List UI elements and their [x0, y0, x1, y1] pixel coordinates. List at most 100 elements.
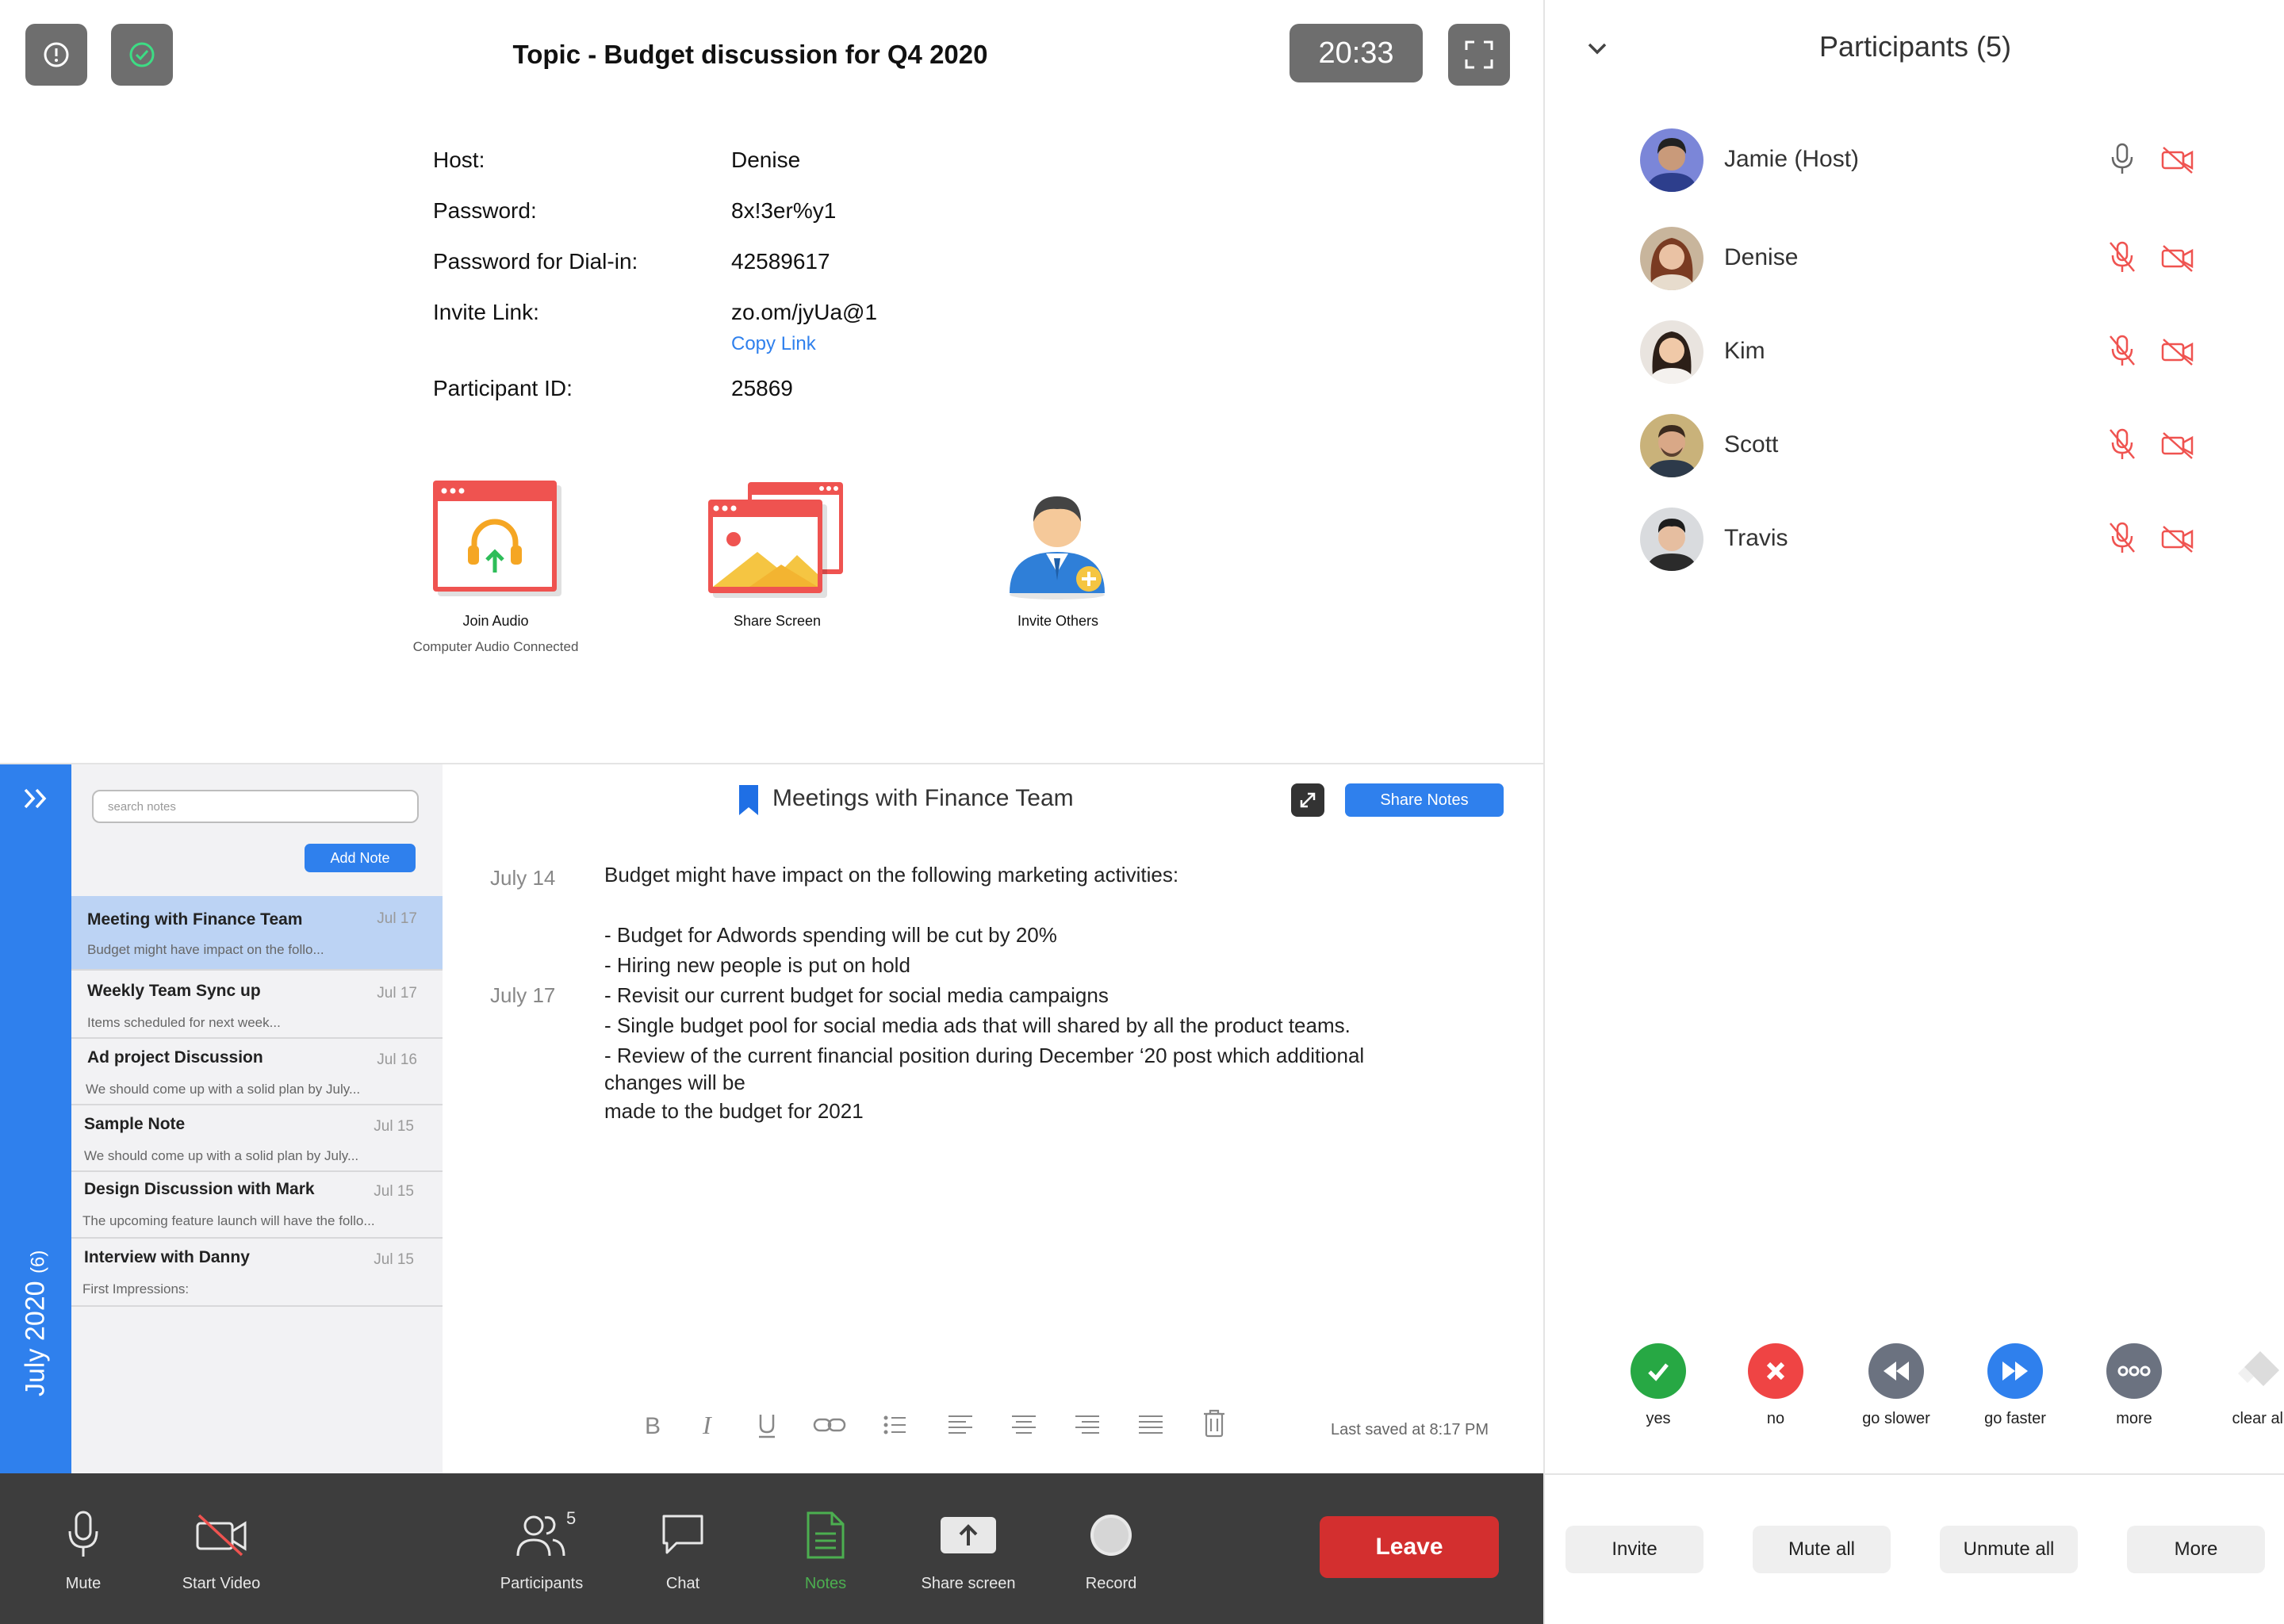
invite-others-action[interactable]: Invite Others	[979, 476, 1137, 630]
participant-row[interactable]: Scott	[1640, 414, 2211, 481]
start-video-button[interactable]: Start Video	[162, 1507, 281, 1593]
mute-button[interactable]: Mute	[24, 1507, 143, 1593]
chat-icon	[662, 1515, 703, 1554]
invite-button[interactable]: Invite	[1565, 1526, 1703, 1573]
align-left-icon[interactable]	[947, 1411, 974, 1438]
note-preview: Items scheduled for next week...	[87, 1015, 281, 1030]
note-line[interactable]: - Single budget pool for social media ad…	[604, 1013, 1351, 1038]
list-item[interactable]: Ad project Discussion Jul 16 We should c…	[71, 1039, 443, 1105]
host-value: Denise	[731, 147, 801, 172]
microphone-off-icon[interactable]	[2108, 239, 2136, 276]
list-item[interactable]: Meeting with Finance Team Jul 17 Budget …	[71, 896, 443, 971]
share-screen-button[interactable]: Share screen	[909, 1507, 1028, 1593]
microphone-off-icon[interactable]	[2108, 333, 2136, 370]
participant-row[interactable]: Jamie (Host)	[1640, 128, 2211, 195]
copy-link[interactable]: Copy Link	[731, 333, 816, 355]
justify-icon[interactable]	[1137, 1411, 1164, 1438]
list-item[interactable]: Sample Note Jul 15 We should come up wit…	[71, 1105, 443, 1172]
notes-label: Notes	[804, 1575, 847, 1592]
camera-off-icon[interactable]	[2160, 338, 2195, 366]
avatar	[1640, 128, 1703, 192]
participants-actions: Invite Mute all Unmute all More	[1545, 1473, 2284, 1624]
note-title: Sample Note	[84, 1115, 186, 1133]
notes-button[interactable]: Notes	[766, 1507, 885, 1593]
share-screen-action[interactable]: Share Screen	[698, 476, 856, 630]
share-notes-button[interactable]: Share Notes	[1345, 783, 1504, 817]
italic-icon[interactable]: I	[698, 1411, 722, 1438]
reaction-yes[interactable]: yes	[1615, 1343, 1702, 1428]
join-audio-label: Join Audio	[462, 613, 529, 629]
month-count: (6)	[27, 1250, 49, 1274]
fullscreen-button[interactable]	[1448, 24, 1510, 86]
list-item[interactable]: Interview with Danny Jul 15 First Impres…	[71, 1239, 443, 1307]
unmute-all-button[interactable]: Unmute all	[1940, 1526, 2078, 1573]
svg-text:I: I	[702, 1411, 712, 1438]
record-button[interactable]: Record	[1052, 1507, 1171, 1593]
participants-count: 5	[566, 1508, 577, 1528]
reaction-more[interactable]: more	[2090, 1343, 2178, 1428]
leave-button[interactable]: Leave	[1320, 1516, 1499, 1578]
expand-button[interactable]	[1291, 783, 1324, 817]
more-icon	[2106, 1343, 2162, 1399]
note-line[interactable]: made to the budget for 2021	[604, 1099, 864, 1124]
participant-row[interactable]: Travis	[1640, 508, 2211, 574]
trash-icon[interactable]	[1202, 1408, 1226, 1438]
microphone-off-icon[interactable]	[2108, 427, 2136, 463]
note-date: Jul 17	[377, 985, 417, 1002]
notes-icon	[807, 1511, 845, 1559]
note-preview: We should come up with a solid plan by J…	[86, 1082, 361, 1097]
avatar	[1640, 414, 1703, 477]
align-right-icon[interactable]	[1074, 1411, 1101, 1438]
note-line[interactable]: - Budget for Adwords spending will be cu…	[604, 923, 1057, 948]
participants-button[interactable]: 5 Participants	[482, 1507, 601, 1593]
bullet-list-icon[interactable]	[882, 1411, 909, 1438]
share-screen-label: Share screen	[921, 1575, 1016, 1592]
microphone-off-icon[interactable]	[2108, 520, 2136, 557]
list-item[interactable]: Weekly Team Sync up Jul 17 Items schedul…	[71, 971, 443, 1039]
camera-off-icon[interactable]	[2160, 244, 2195, 273]
share-screen-icon	[708, 482, 843, 598]
reaction-go-faster[interactable]: go faster	[1972, 1343, 2059, 1428]
camera-off-icon[interactable]	[2160, 431, 2195, 460]
note-editor: Meetings with Finance Team Share Notes J…	[443, 764, 1543, 1475]
reaction-clear-all[interactable]: clear all	[2216, 1343, 2284, 1428]
align-center-icon[interactable]	[1010, 1411, 1037, 1438]
participant-row[interactable]: Denise	[1640, 227, 2211, 293]
bold-icon[interactable]: B	[641, 1411, 665, 1438]
note-line[interactable]: - Revisit our current budget for social …	[604, 983, 1109, 1008]
microphone-icon[interactable]	[2108, 141, 2136, 178]
note-line[interactable]: - Review of the current financial positi…	[604, 1044, 1364, 1068]
more-button[interactable]: More	[2127, 1526, 2265, 1573]
join-audio-icon	[433, 481, 561, 596]
underline-icon[interactable]	[755, 1411, 779, 1440]
note-preview: The upcoming feature launch will have th…	[82, 1213, 375, 1228]
mute-all-button[interactable]: Mute all	[1753, 1526, 1891, 1573]
microphone-icon	[68, 1511, 98, 1557]
participant-id-value: 25869	[731, 376, 793, 400]
note-preview: We should come up with a solid plan by J…	[84, 1148, 359, 1163]
note-title: Design Discussion with Mark	[84, 1180, 315, 1198]
meeting-timer: 20:33	[1290, 24, 1423, 82]
fullscreen-icon	[1465, 40, 1493, 69]
reaction-go-slower[interactable]: go slower	[1853, 1343, 1940, 1428]
add-note-button[interactable]: Add Note	[305, 844, 416, 872]
camera-off-icon[interactable]	[2160, 525, 2195, 553]
reaction-label: more	[2116, 1410, 2152, 1427]
record-label: Record	[1085, 1575, 1137, 1592]
chat-button[interactable]: Chat	[623, 1507, 742, 1593]
participant-row[interactable]: Kim	[1640, 320, 2211, 387]
bookmark-icon	[739, 785, 758, 815]
link-icon[interactable]	[812, 1411, 847, 1438]
double-chevron-right-icon[interactable]	[21, 785, 52, 812]
search-notes-input[interactable]	[92, 790, 419, 823]
camera-off-icon[interactable]	[2160, 146, 2195, 174]
reaction-no[interactable]: no	[1732, 1343, 1819, 1428]
note-line[interactable]: Budget might have impact on the followin…	[604, 863, 1178, 887]
note-line[interactable]: - Hiring new people is put on hold	[604, 953, 910, 978]
share-screen-label: Share Screen	[733, 613, 822, 629]
note-date: Jul 15	[374, 1118, 414, 1135]
list-item[interactable]: Design Discussion with Mark Jul 15 The u…	[71, 1172, 443, 1239]
join-audio-action[interactable]: Join Audio Computer Audio Connected	[397, 476, 595, 655]
note-line[interactable]: changes will be	[604, 1071, 745, 1095]
fast-forward-icon	[1987, 1343, 2043, 1399]
